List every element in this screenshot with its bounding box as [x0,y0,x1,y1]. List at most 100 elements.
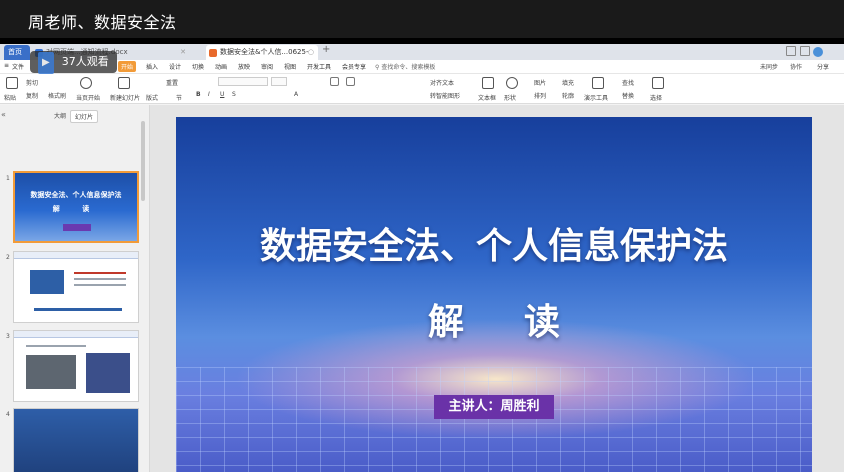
stream-header: 周老师、数据安全法 [0,0,844,38]
thumb-background [14,409,138,472]
bold-icon[interactable]: B [196,91,201,98]
slide-canvas: 数据安全法、个人信息保护法 解读 主讲人：周胜利 [150,105,844,472]
live-icon: ▶ [38,52,54,74]
collapse-panel-icon[interactable]: « [1,110,6,119]
presentation-icon [209,49,217,57]
slide-number: 3 [6,333,10,340]
tab-outline[interactable]: 大纲 [50,110,70,121]
find-button[interactable]: 查找 [622,78,634,87]
select-icon[interactable] [652,77,664,89]
close-icon[interactable]: ○ [308,45,314,60]
speaker-label: 主讲人：周胜利 [434,395,554,419]
format-painter-button[interactable]: 格式刷 [48,91,66,100]
avatar[interactable] [813,47,823,57]
menu-review[interactable]: 审阅 [261,62,273,71]
copy-button[interactable]: 复制 [26,91,38,100]
strikethrough-icon[interactable]: S [232,91,236,98]
slide-subtitle: 解读 [427,302,620,343]
command-search-label: 查找命令、搜索模板 [381,64,436,71]
hamburger-icon[interactable]: ≡ [4,62,9,69]
shape-icon[interactable] [506,77,518,89]
tab-slides[interactable]: 幻灯片 [70,110,99,123]
paste-icon[interactable] [6,77,18,89]
image-button[interactable]: 图片 [534,78,546,87]
menu-file[interactable]: 文件 [12,62,24,71]
outline-button[interactable]: 轮廓 [562,91,574,100]
shared-screen: 首页 对网页端...通知流程.docx ✕ 数据安全法&个人信...0625-V… [0,44,844,472]
section-button[interactable]: 节 [176,93,182,102]
viewer-count-badge: ▶ 37人观看 [30,51,117,74]
thumb-subtitle: 解 读 [52,205,100,213]
new-tab-button[interactable]: + [322,44,330,55]
play-icon[interactable] [80,77,92,89]
numbered-list-icon[interactable] [346,77,355,86]
thumb-text-line [34,308,122,311]
font-size-select[interactable] [271,77,287,86]
underline-icon[interactable]: U [220,91,224,98]
tab-home[interactable]: 首页 [4,45,30,60]
replace-button[interactable]: 替换 [622,91,634,100]
slide-number: 1 [6,175,10,182]
menu-transition[interactable]: 切换 [192,62,204,71]
bullet-list-icon[interactable] [330,77,339,86]
text-box-button[interactable]: 文本框 [478,93,496,102]
thumb-header [14,331,138,338]
align-text-button[interactable]: 对齐文本 [430,78,454,87]
slides-panel: « 大纲 幻灯片 1 数据安全法、个人信息保护法 解 读 2 3 4 [0,105,150,472]
thumb-photo [86,353,130,393]
slide-number: 2 [6,254,10,261]
panel-scrollbar[interactable] [141,121,145,201]
thumb-text-line [74,278,126,280]
slide-thumbnail-1[interactable]: 数据安全法、个人信息保护法 解 读 [13,171,139,243]
thumb-title: 数据安全法、个人信息保护法 [30,191,122,199]
menu-developer[interactable]: 开发工具 [307,62,331,71]
presentation-tools-button[interactable]: 演示工具 [584,93,608,102]
thumb-text-line [74,284,126,286]
viewer-count: 37人观看 [61,55,109,68]
shape-button[interactable]: 形状 [504,93,516,102]
thumb-photo [30,270,64,294]
menu-home[interactable]: 开始 [118,61,137,72]
new-slide-button[interactable]: 新建幻灯片 [110,93,140,102]
menu-member[interactable]: 会员专享 [342,62,366,71]
layout-icon[interactable] [786,46,796,56]
menu-view[interactable]: 视图 [284,62,296,71]
paste-button[interactable]: 粘贴 [4,93,16,102]
fill-button[interactable]: 填充 [562,78,574,87]
share-button[interactable]: 分享 [817,62,829,71]
slide-grid-floor [176,367,812,472]
sync-status[interactable]: 未同步 [760,62,778,71]
collaborate-button[interactable]: 协作 [790,62,802,71]
presentation-tools-icon[interactable] [592,77,604,89]
font-family-select[interactable] [218,77,268,86]
tab-bar: 首页 对网页端...通知流程.docx ✕ 数据安全法&个人信...0625-V… [0,44,844,71]
reset-button[interactable]: 重置 [166,78,178,87]
play-from-current-button[interactable]: 当页开始 [76,93,100,102]
slide-thumbnail-2[interactable] [13,251,139,323]
cut-button[interactable]: 剪切 [26,78,38,87]
arrange-button[interactable]: 排列 [534,91,546,100]
tab-pptx[interactable]: 数据安全法&个人信...0625-V1.3 ○ [206,45,318,71]
menu-animation[interactable]: 动画 [215,62,227,71]
font-color-icon[interactable]: A [294,91,298,98]
text-box-icon[interactable] [482,77,494,89]
ribbon-toolbar: 粘贴 剪切 复制 格式刷 当页开始 新建幻灯片 版式 重置 节 B I U S … [0,74,844,104]
italic-icon[interactable]: I [208,91,210,98]
menu-insert[interactable]: 插入 [146,62,158,71]
thumb-header [14,252,138,259]
slide-thumbnail-3[interactable] [13,330,139,402]
window-icon[interactable] [800,46,810,56]
slide-thumbnail-4[interactable] [13,408,139,472]
close-icon[interactable]: ✕ [180,45,186,60]
stream-title: 周老师、数据安全法 [28,13,177,32]
select-button[interactable]: 选择 [650,93,662,102]
new-slide-icon[interactable] [118,77,130,89]
current-slide[interactable]: 数据安全法、个人信息保护法 解读 主讲人：周胜利 [176,117,812,472]
command-search[interactable]: ⚲ 查找命令、搜索模板 [375,62,435,71]
thumb-photo [26,355,76,389]
slide-number: 4 [6,411,10,418]
smart-art-button[interactable]: 转智能图形 [430,91,460,100]
layout-button[interactable]: 版式 [146,93,158,102]
menu-slideshow[interactable]: 放映 [238,62,250,71]
menu-design[interactable]: 设计 [169,62,181,71]
